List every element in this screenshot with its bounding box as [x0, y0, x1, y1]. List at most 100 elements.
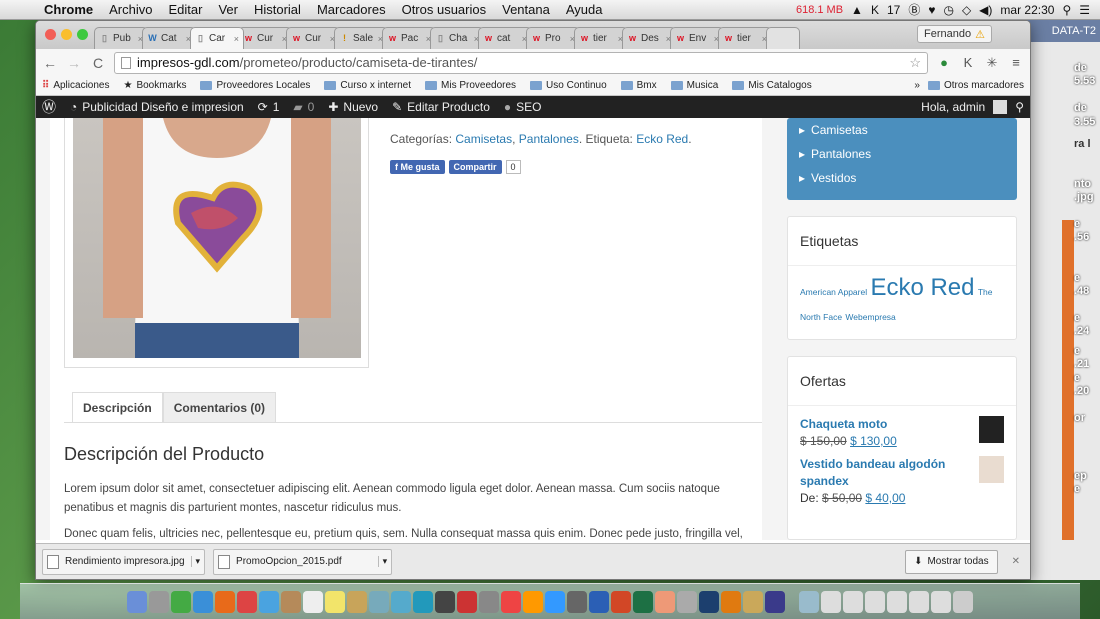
menu-archivo[interactable]: Archivo: [101, 2, 160, 17]
extension-green-icon[interactable]: ●: [936, 55, 952, 71]
edit-product-link[interactable]: ✎ Editar Producto: [392, 100, 490, 114]
firefox-icon[interactable]: [215, 590, 235, 613]
illustrator-icon[interactable]: [721, 590, 741, 613]
finder-icon[interactable]: [127, 590, 147, 613]
k-icon[interactable]: K: [871, 3, 879, 17]
document-icon[interactable]: [821, 590, 841, 613]
close-tab-icon[interactable]: ×: [234, 34, 239, 44]
word-icon[interactable]: [589, 590, 609, 613]
folder-icon[interactable]: [799, 590, 819, 613]
browser-tab[interactable]: w tier ×: [718, 27, 772, 49]
menu-ayuda[interactable]: Ayuda: [558, 2, 611, 17]
browser-tab[interactable]: ▯ Pub ×: [94, 27, 148, 49]
app-icon[interactable]: [479, 590, 499, 613]
app-store-icon[interactable]: [545, 590, 565, 613]
calendar-icon[interactable]: [303, 590, 323, 613]
address-bar[interactable]: impresos-gdl.com/prometeo/producto/camis…: [114, 51, 928, 74]
browser-tab[interactable]: ▯ Cha ×: [430, 27, 484, 49]
forward-icon[interactable]: →: [66, 55, 82, 71]
document-icon[interactable]: [865, 590, 885, 613]
bookmark-bookmarks[interactable]: ★ Bookmarks: [123, 80, 186, 91]
tag-link[interactable]: American Apparel: [800, 287, 867, 297]
triangle-icon[interactable]: ▲: [851, 3, 863, 17]
back-icon[interactable]: ←: [42, 55, 58, 71]
close-window-button[interactable]: [45, 29, 56, 40]
sidebar-category-camisetas[interactable]: ▸ Camisetas: [799, 118, 1005, 142]
zoom-window-button[interactable]: [77, 29, 88, 40]
new-content-link[interactable]: ✚ Nuevo: [328, 100, 378, 114]
new-tab-button[interactable]: [766, 27, 800, 49]
browser-tab[interactable]: w Pac ×: [382, 27, 436, 49]
browser-tab[interactable]: W Cat ×: [142, 27, 196, 49]
bookmark-folder[interactable]: Curso x internet: [324, 80, 411, 91]
b-icon[interactable]: Ⓑ: [908, 1, 920, 18]
bookmark-folder[interactable]: Mis Proveedores: [425, 80, 516, 91]
browser-tab[interactable]: ▯ Car ×: [190, 27, 244, 49]
avatar[interactable]: [993, 100, 1008, 114]
bookmark-folder[interactable]: Uso Continuo: [530, 80, 607, 91]
menu-ventana[interactable]: Ventana: [494, 2, 558, 17]
facebook-share-button[interactable]: Compartir: [448, 160, 502, 174]
app-icon[interactable]: [765, 590, 785, 613]
heart-icon[interactable]: ♥: [928, 3, 935, 17]
notes-icon[interactable]: [325, 590, 345, 613]
offer-link[interactable]: Vestido bandeau algodón spandex: [800, 456, 971, 490]
browser-tab[interactable]: w cat ×: [478, 27, 532, 49]
chevron-down-icon[interactable]: ▾: [377, 556, 387, 567]
time-machine-icon[interactable]: ◷: [943, 3, 953, 17]
notification-count[interactable]: 17: [887, 3, 900, 17]
browser-tab[interactable]: w Env ×: [670, 27, 724, 49]
app-icon[interactable]: [259, 590, 279, 613]
bookmark-folder[interactable]: Mis Catalogos: [732, 80, 812, 91]
menu-marcadores[interactable]: Marcadores: [309, 2, 394, 17]
puzzle-icon[interactable]: ✳: [984, 55, 1000, 71]
updates-link[interactable]: ⟳ 1: [258, 100, 280, 114]
menu-otros-usuarios[interactable]: Otros usuarios: [394, 2, 495, 17]
document-icon[interactable]: [909, 590, 929, 613]
browser-tab[interactable]: w tier ×: [574, 27, 628, 49]
comments-link[interactable]: ▰ 0: [293, 100, 314, 114]
tag-link[interactable]: Ecko Red: [870, 274, 974, 301]
chevron-right-icon[interactable]: »: [914, 80, 920, 91]
tag-link[interactable]: Ecko Red: [636, 132, 688, 146]
category-link[interactable]: Camisetas: [455, 132, 512, 146]
star-icon[interactable]: ☆: [909, 55, 921, 71]
site-name-link[interactable]: ◔ Publicidad Diseño e impresion: [70, 100, 244, 114]
powerpoint-icon[interactable]: [611, 590, 631, 613]
document-icon[interactable]: [931, 590, 951, 613]
spotlight-icon[interactable]: ⚲: [1062, 3, 1071, 17]
excel-icon[interactable]: [633, 590, 653, 613]
bookmark-folder[interactable]: Proveedores Locales: [200, 80, 310, 91]
tag-link[interactable]: Webempresa: [845, 312, 895, 322]
chrome-icon[interactable]: [237, 590, 257, 613]
show-all-downloads-button[interactable]: ⬇ Mostrar todas: [905, 549, 998, 574]
wordpress-logo-icon[interactable]: Ⓦ: [42, 97, 56, 117]
download-item[interactable]: PromoOpcion_2015.pdf ▾: [213, 548, 393, 575]
browser-tab[interactable]: w Des ×: [622, 27, 676, 49]
app-icon[interactable]: [655, 590, 675, 613]
tab-comments[interactable]: Comentarios (0): [162, 392, 277, 422]
download-item[interactable]: Rendimiento impresora.jpg ▾: [42, 548, 206, 575]
product-image-frame[interactable]: [64, 118, 369, 368]
facebook-like-button[interactable]: f Me gusta: [390, 160, 445, 174]
menu-editar[interactable]: Editar: [160, 2, 210, 17]
clock[interactable]: mar 22:30: [1000, 3, 1054, 17]
offer-thumbnail[interactable]: [979, 416, 1004, 443]
bookmark-folder[interactable]: Musica: [670, 80, 718, 91]
app-icon[interactable]: [347, 590, 367, 613]
app-icon[interactable]: [743, 590, 763, 613]
sidebar-category-pantalones[interactable]: ▸ Pantalones: [799, 142, 1005, 166]
tab-description[interactable]: Descripción: [72, 392, 163, 423]
search-icon[interactable]: ⚲: [1015, 100, 1024, 114]
safari-icon[interactable]: [193, 590, 213, 613]
list-icon[interactable]: ☰: [1079, 3, 1090, 17]
trash-icon[interactable]: [953, 590, 973, 613]
help-icon[interactable]: [677, 590, 697, 613]
menu-chrome[interactable]: Chrome: [36, 2, 101, 17]
menu-historial[interactable]: Historial: [246, 2, 309, 17]
itunes-icon[interactable]: [501, 590, 521, 613]
offer-link[interactable]: Chaqueta moto: [800, 416, 971, 433]
messages-icon[interactable]: [391, 590, 411, 613]
browser-tab[interactable]: w Cur ×: [286, 27, 340, 49]
offer-thumbnail[interactable]: [979, 456, 1004, 483]
